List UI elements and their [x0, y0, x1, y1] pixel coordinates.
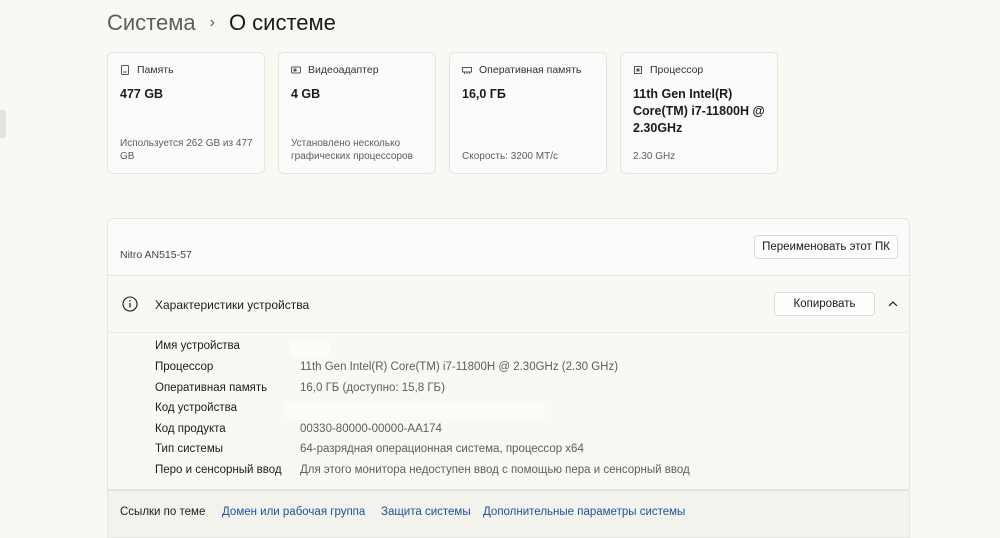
page-title: О системе — [228, 10, 336, 35]
card-value: 4 GB — [291, 87, 321, 101]
spec-label: Перо и сенсорный ввод — [155, 464, 282, 476]
redacted-value — [290, 340, 330, 358]
device-name-panel: Nitro AN515-57 Переименовать этот ПК — [107, 218, 910, 276]
card-subtitle: Установлено несколько графических процес… — [291, 138, 413, 162]
cpu-card[interactable]: Процессор 11th Gen Intel(R) Core(TM) i7-… — [620, 52, 778, 174]
device-specs-title: Характеристики устройства — [155, 298, 310, 312]
nav-edge-indicator — [0, 110, 6, 138]
link-system-protection[interactable]: Защита системы — [381, 506, 471, 518]
spec-value[interactable]: Для этого монитора недоступен ввод с пом… — [300, 464, 690, 476]
card-title: Память — [137, 64, 174, 76]
chevron-up-icon[interactable] — [887, 299, 899, 309]
breadcrumb-parent[interactable]: Система — [107, 10, 196, 36]
card-value: 477 GB — [120, 87, 164, 101]
spec-label: Имя устройства — [155, 340, 240, 352]
spec-label: Тип системы — [155, 443, 223, 455]
link-domain-workgroup[interactable]: Домен или рабочая группа — [222, 506, 365, 518]
gpu-icon — [291, 66, 301, 74]
device-specs-header[interactable]: Характеристики устройства Копировать — [108, 277, 909, 333]
gpu-card[interactable]: Видеоадаптер 4 GB Установлено несколько … — [278, 52, 436, 174]
cpu-icon — [634, 66, 642, 74]
device-specs-panel: Характеристики устройства Копировать Имя… — [107, 277, 910, 490]
spec-label: Процессор — [155, 361, 214, 373]
info-icon — [122, 296, 138, 312]
card-subtitle: Используется 262 GB из 477 GB — [120, 138, 253, 162]
spec-value[interactable]: 64-разрядная операционная система, проце… — [300, 443, 584, 455]
spec-value[interactable]: 00330-80000-00000-AA174 — [300, 423, 442, 435]
spec-label: Код продукта — [155, 423, 226, 435]
spec-value[interactable]: 11th Gen Intel(R) Core(TM) i7-11800H @ 2… — [300, 361, 618, 373]
related-links-panel: Ссылки по теме Домен или рабочая группа … — [107, 490, 910, 538]
storage-icon — [121, 65, 129, 75]
storage-card[interactable]: Память 477 GB Используется 262 GB из 477… — [107, 52, 265, 174]
chevron-right-icon: › — [209, 14, 215, 31]
related-links-label: Ссылки по теме — [120, 506, 206, 518]
copy-button[interactable]: Копировать — [774, 292, 875, 316]
spec-value[interactable]: 16,0 ГБ (доступно: 15,8 ГБ) — [300, 382, 445, 394]
card-subtitle: Скорость: 3200 MT/c — [462, 151, 558, 162]
spec-label: Код устройства — [155, 402, 237, 414]
rename-pc-button[interactable]: Переименовать этот ПК — [754, 235, 898, 259]
card-title: Процессор — [650, 64, 704, 76]
spec-label: Оперативная память — [155, 382, 268, 394]
card-subtitle: 2.30 GHz — [633, 151, 676, 162]
ram-card[interactable]: Оперативная память 16,0 ГБ Скорость: 320… — [449, 52, 607, 174]
link-advanced-system-settings[interactable]: Дополнительные параметры системы — [483, 506, 685, 518]
card-title: Видеоадаптер — [308, 64, 379, 76]
ram-icon — [462, 67, 472, 74]
breadcrumb: Система › О системе — [107, 6, 336, 40]
device-name: Nitro AN515-57 — [120, 249, 192, 261]
card-value: 11th Gen Intel(R) Core(TM) i7-11800H @ 2… — [633, 87, 765, 135]
redacted-value — [285, 402, 545, 420]
card-value: 16,0 ГБ — [462, 87, 506, 101]
card-title: Оперативная память — [479, 64, 582, 76]
